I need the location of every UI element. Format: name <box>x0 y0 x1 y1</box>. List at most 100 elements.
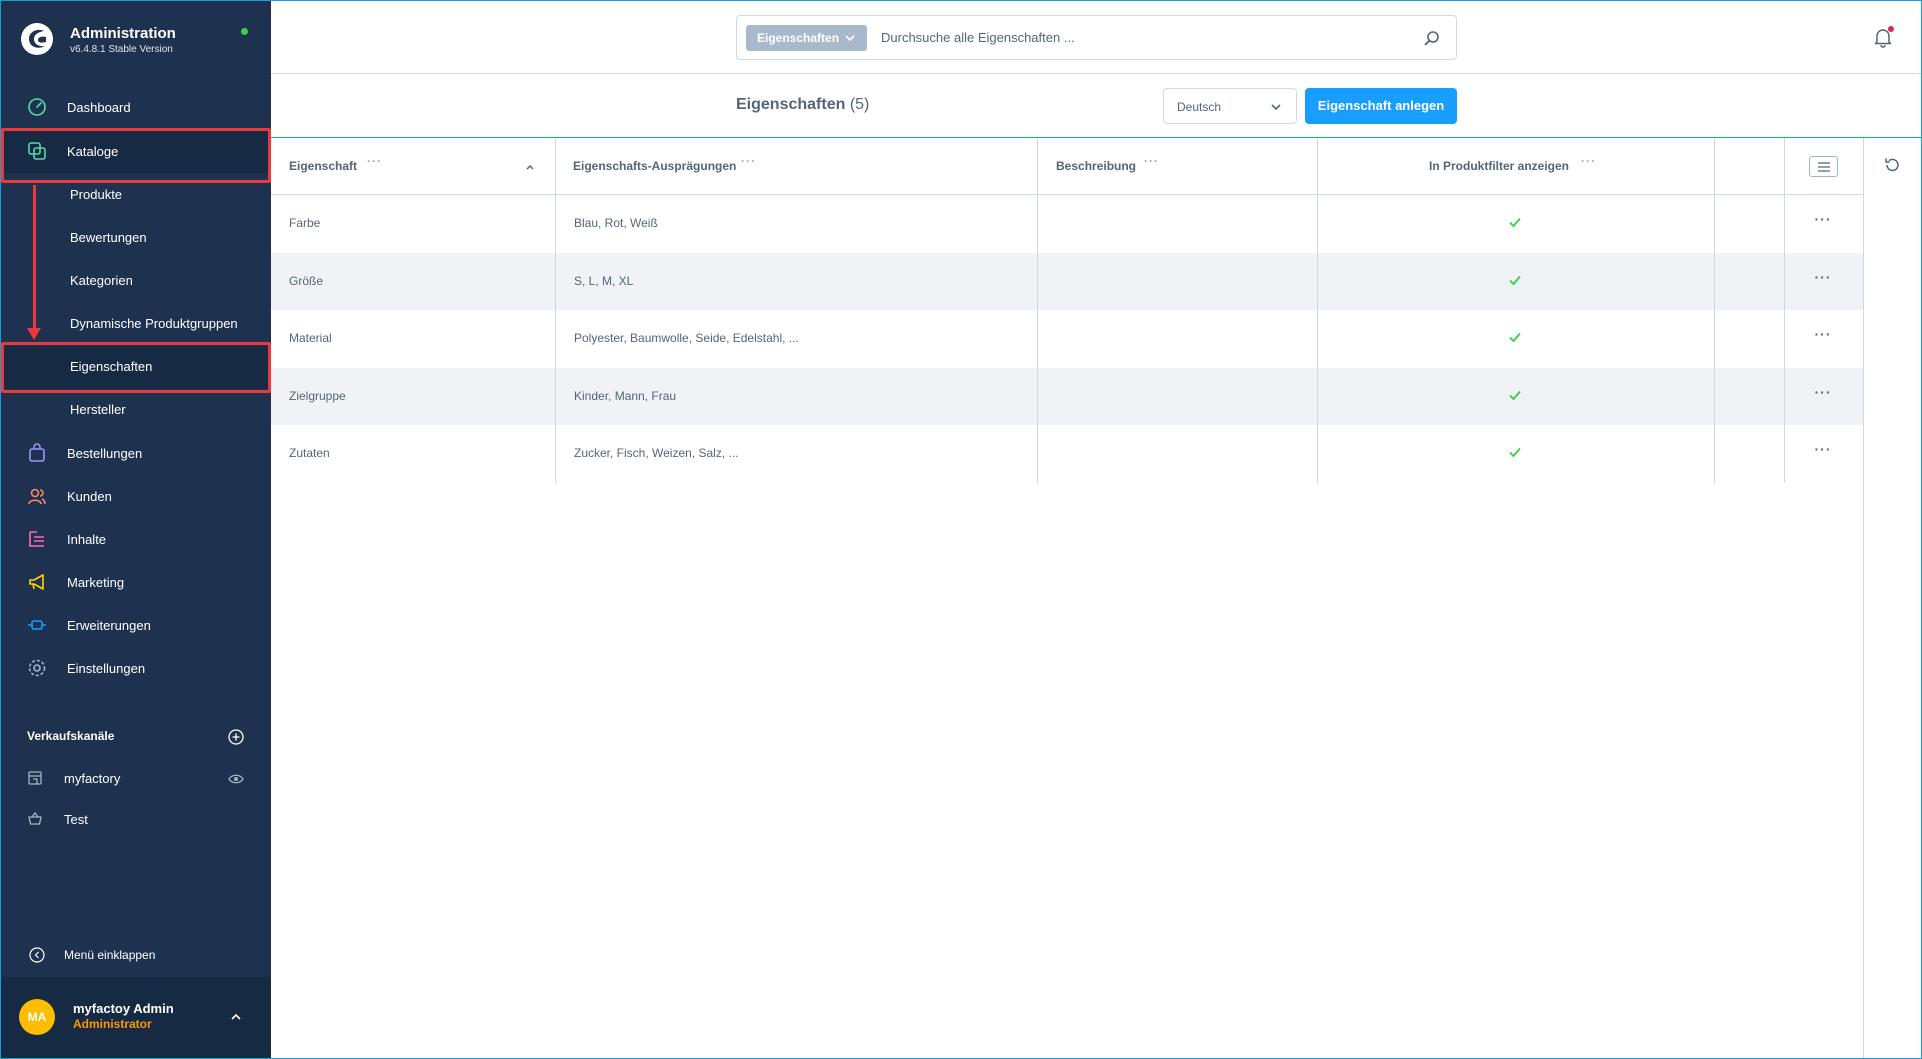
column-options-icon[interactable]: ··· <box>1581 154 1596 168</box>
nav-item-kunden[interactable]: Kunden <box>0 475 271 518</box>
page-title-text: Eigenschaften <box>736 96 846 113</box>
chevron-up-icon[interactable] <box>229 1010 243 1024</box>
row-actions-button[interactable]: ··· <box>1811 441 1835 465</box>
checkmark-icon <box>1509 390 1521 401</box>
search-type-label: Eigenschaften <box>757 31 840 45</box>
row-actions-button[interactable]: ··· <box>1811 326 1835 350</box>
nav-item-einstellungen[interactable]: Einstellungen <box>0 647 271 690</box>
chevron-down-icon <box>845 35 855 42</box>
column-options-icon[interactable]: ··· <box>1144 154 1159 168</box>
add-sales-channel-icon[interactable] <box>228 729 244 745</box>
column-divider <box>555 138 556 483</box>
avatar: MA <box>19 999 55 1035</box>
column-header-produktfilter[interactable]: In Produktfilter anzeigen ··· <box>1429 138 1629 195</box>
cell-options: Kinder, Mann, Frau <box>574 388 677 403</box>
create-property-button[interactable]: Eigenschaft anlegen <box>1305 88 1457 124</box>
basket-icon <box>28 811 42 825</box>
grid-settings-button[interactable] <box>1809 156 1838 177</box>
language-label: Deutsch <box>1177 100 1222 114</box>
smart-bar: Eigenschaften (5) Deutsch Eigenschaft an… <box>271 74 1922 138</box>
sidebar-item-bewertungen[interactable]: Bewertungen <box>0 217 271 260</box>
cell-name[interactable]: Farbe <box>289 216 320 230</box>
nav-label-bestellungen: Bestellungen <box>67 446 143 461</box>
user-menu[interactable]: MA myfactoy Admin Administrator <box>0 977 271 1059</box>
sub-label-dynamische-produktgruppen: Dynamische Produktgruppen <box>70 316 238 331</box>
nav-item-marketing[interactable]: Marketing <box>0 561 271 604</box>
eye-icon[interactable] <box>228 771 244 787</box>
collapse-menu-button[interactable]: Menü einklappen <box>0 938 271 972</box>
row-actions-button[interactable]: ··· <box>1811 269 1835 293</box>
sub-label-produkte: Produkte <box>70 187 123 202</box>
sales-channel-test[interactable]: Test <box>0 801 271 839</box>
nav-item-dashboard[interactable]: Dashboard <box>0 86 271 129</box>
cell-options: Blau, Rot, Weiß <box>574 216 658 230</box>
collapse-menu-label: Menü einklappen <box>64 948 156 962</box>
nav-item-bestellungen[interactable]: Bestellungen <box>0 432 271 475</box>
table-row[interactable]: Zutaten Zucker, Fisch, Weizen, Salz, ...… <box>271 425 1864 483</box>
column-label: Eigenschafts-Ausprägungen <box>573 159 737 173</box>
search-icon[interactable] <box>1423 29 1441 47</box>
table-row[interactable]: Größe S, L, M, XL ··· <box>271 252 1864 311</box>
chevron-left-circle-icon <box>29 947 45 963</box>
shopware-logo-icon[interactable] <box>20 22 54 56</box>
megaphone-icon <box>29 574 44 590</box>
shopping-bag-icon <box>29 443 45 462</box>
nav-item-inhalte[interactable]: Inhalte <box>0 518 271 561</box>
column-header-eigenschaft[interactable]: Eigenschaft ··· <box>289 138 547 195</box>
list-settings-icon <box>1818 162 1830 172</box>
column-options-icon[interactable]: ··· <box>741 154 756 168</box>
cell-name[interactable]: Material <box>289 331 332 345</box>
column-label: Eigenschaft <box>289 159 358 173</box>
storefront-icon <box>28 771 42 785</box>
nav-label-inhalte: Inhalte <box>67 532 107 547</box>
cell-name[interactable]: Zielgruppe <box>289 389 346 403</box>
language-select[interactable]: Deutsch <box>1163 88 1297 124</box>
nav-label-dashboard: Dashboard <box>67 100 131 115</box>
search-input[interactable] <box>881 16 1411 59</box>
brand-title: Administration <box>70 25 176 42</box>
gear-icon <box>28 659 46 677</box>
user-name: myfactoy Admin <box>73 1001 174 1016</box>
reset-icon[interactable] <box>1883 156 1901 174</box>
cell-options: Zucker, Fisch, Weizen, Salz, ... <box>574 446 739 461</box>
highlight-eigenschaften <box>1 342 271 393</box>
nav-label-marketing: Marketing <box>67 575 125 590</box>
sidebar-item-hersteller[interactable]: Hersteller <box>0 389 271 432</box>
properties-grid: Eigenschaft ··· Eigenschafts-Ausprägunge… <box>271 138 1864 483</box>
nav-label-erweiterungen: Erweiterungen <box>67 618 151 633</box>
sales-channel-label: Test <box>64 812 88 827</box>
cell-name[interactable]: Größe <box>289 274 323 288</box>
cell-name[interactable]: Zutaten <box>289 446 330 460</box>
global-search: Eigenschaften <box>736 15 1457 60</box>
checkmark-icon <box>1509 333 1521 343</box>
table-row[interactable]: Zielgruppe Kinder, Mann, Frau ··· <box>271 367 1864 426</box>
row-actions-button[interactable]: ··· <box>1811 211 1835 235</box>
sidebar-item-kategorien[interactable]: Kategorien <box>0 260 271 303</box>
row-actions-button[interactable]: ··· <box>1811 384 1835 408</box>
sales-channel-label: myfactory <box>64 771 121 786</box>
sidebar: Administration v6.4.8.1 Stable Version D… <box>0 0 271 1059</box>
sort-ascending-icon[interactable] <box>525 162 535 172</box>
plug-icon <box>28 620 46 630</box>
table-row[interactable]: Farbe Blau, Rot, Weiß ··· <box>271 195 1864 253</box>
page-title-count: (5) <box>849 96 870 113</box>
sidebar-item-produkte[interactable]: Produkte <box>0 174 271 217</box>
annotation-arrow-head <box>27 328 41 340</box>
chevron-down-icon <box>1271 104 1281 111</box>
top-bar: Eigenschaften <box>271 0 1922 74</box>
nav-item-erweiterungen[interactable]: Erweiterungen <box>0 604 271 647</box>
column-header-beschreibung[interactable]: Beschreibung ··· <box>1056 138 1326 195</box>
brand: Administration v6.4.8.1 Stable Version <box>20 20 251 60</box>
search-type-dropdown[interactable]: Eigenschaften <box>746 25 867 51</box>
customers-icon <box>28 488 46 505</box>
cell-options: S, L, M, XL <box>574 273 634 288</box>
checkmark-icon <box>1509 217 1521 228</box>
online-status-dot <box>241 28 248 35</box>
table-row[interactable]: Material Polyester, Baumwolle, Seide, Ed… <box>271 310 1864 368</box>
column-options-icon[interactable]: ··· <box>367 154 382 168</box>
column-header-auspraegungen[interactable]: Eigenschafts-Ausprägungen ··· <box>573 138 1033 195</box>
cell-options: Polyester, Baumwolle, Seide, Edelstahl, … <box>574 331 799 346</box>
sales-channel-myfactory[interactable]: myfactory <box>0 760 271 798</box>
grid-body: Farbe Blau, Rot, Weiß ··· Größe S, L, M,… <box>271 195 1864 483</box>
column-divider <box>1784 138 1785 483</box>
